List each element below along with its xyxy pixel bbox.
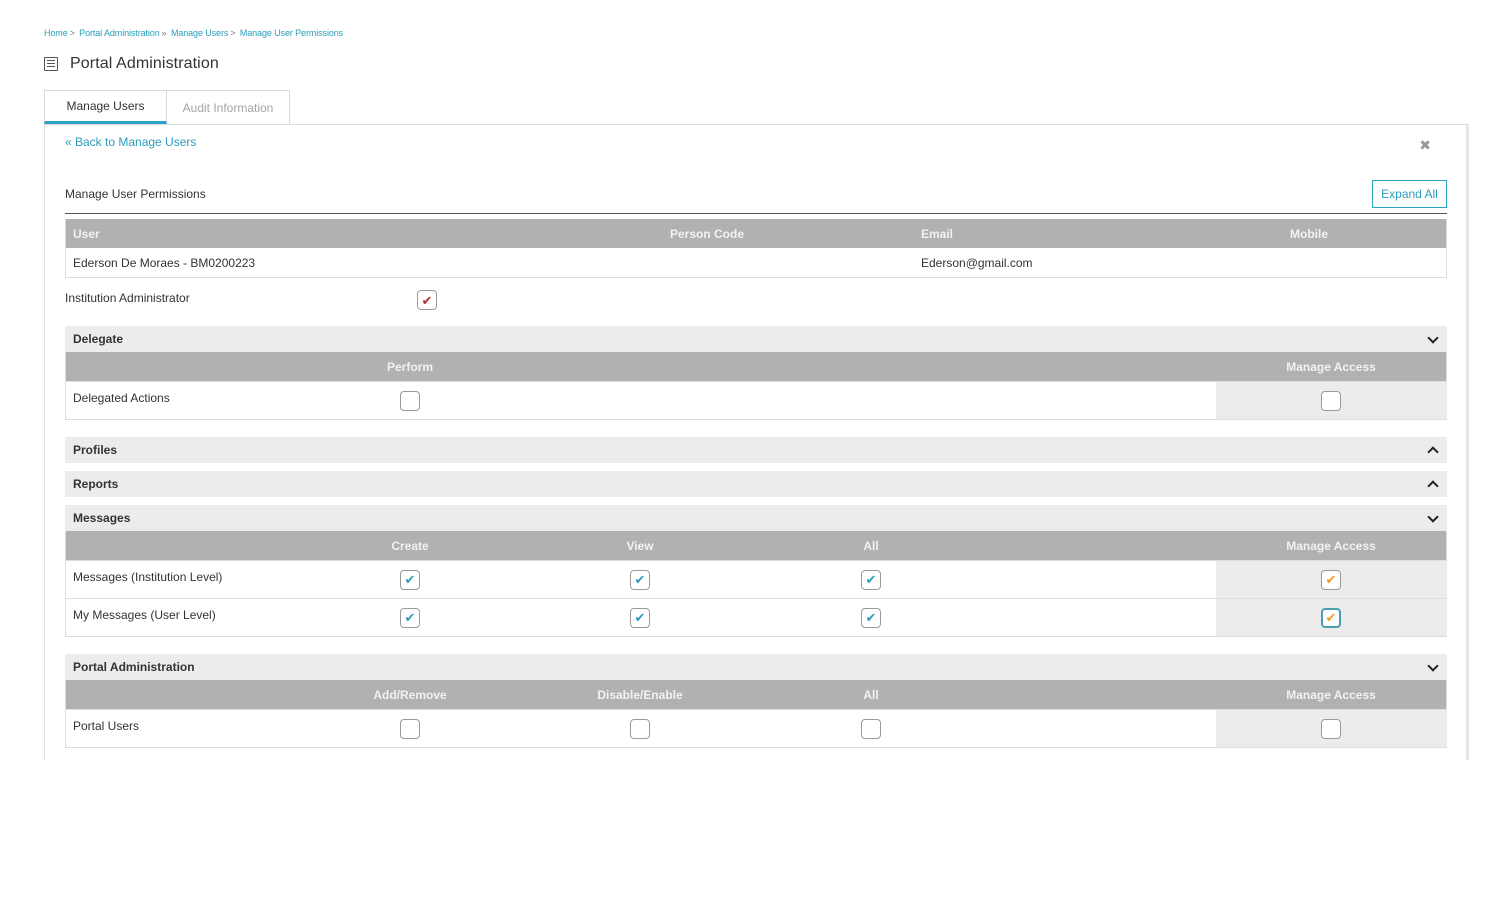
- column-header-label: Create: [391, 538, 429, 553]
- group-title: Messages: [73, 511, 131, 525]
- group-header-profiles[interactable]: Profiles: [65, 437, 1447, 463]
- institution-administrator-label: Institution Administrator: [65, 291, 190, 305]
- group-reports: Reports: [65, 471, 1447, 497]
- user-table: User Person Code Email Mobile Ederson De…: [65, 219, 1447, 278]
- group-header-portal-administration[interactable]: Portal Administration: [65, 654, 1447, 680]
- chevron-down-icon[interactable]: [1427, 513, 1437, 523]
- row-label: Delegated Actions: [73, 391, 170, 405]
- table-row: Ederson De Moraes - BM0200223 Ederson@gm…: [66, 248, 1446, 277]
- user-name-cell: Ederson De Moraes - BM0200223: [73, 255, 256, 270]
- group-profiles: Profiles: [65, 437, 1447, 463]
- group-portal-administration: Portal Administration Add/Remove Disable…: [65, 654, 1447, 748]
- breadcrumb: Home > Portal Administration» Manage User…: [44, 28, 343, 38]
- group-title: Portal Administration: [73, 660, 195, 674]
- back-to-manage-users-link[interactable]: « Back to Manage Users: [65, 135, 196, 149]
- delegated-actions-manage-access-checkbox[interactable]: [1321, 390, 1341, 411]
- messages-institution-create-checkbox[interactable]: ✔: [400, 569, 420, 590]
- list-document-icon: [44, 57, 58, 71]
- chevron-up-icon[interactable]: [1427, 479, 1437, 489]
- institution-administrator-checkbox[interactable]: ✔: [417, 290, 437, 310]
- table-row: Delegated Actions: [66, 381, 1447, 419]
- permissions-table: Create View All Manage Access Messages (…: [65, 531, 1447, 637]
- delegated-actions-perform-checkbox[interactable]: [400, 390, 420, 411]
- breadcrumb-manage-users[interactable]: Manage Users: [171, 28, 228, 38]
- permissions-panel: « Back to Manage Users ✖ Manage User Per…: [44, 124, 1469, 760]
- section-title: Manage User Permissions: [65, 187, 206, 201]
- column-header-label: All: [863, 538, 879, 553]
- column-header-label: Perform: [387, 359, 434, 374]
- my-messages-view-checkbox[interactable]: ✔: [630, 607, 650, 628]
- column-header-label: Manage Access: [1286, 687, 1376, 702]
- email-cell: Ederson@gmail.com: [921, 255, 1033, 270]
- tab-manage-users[interactable]: Manage Users: [44, 90, 167, 124]
- row-label: My Messages (User Level): [73, 608, 216, 622]
- page-header: Portal Administration: [44, 55, 219, 73]
- tab-bar: Manage Users Audit Information: [44, 90, 290, 124]
- messages-institution-manage-access-checkbox[interactable]: ✔: [1321, 569, 1341, 590]
- column-header-email: Email: [921, 226, 954, 241]
- column-header-person-code: Person Code: [670, 226, 745, 241]
- expand-all-button[interactable]: Expand All: [1372, 180, 1447, 208]
- group-title: Profiles: [73, 443, 118, 457]
- portal-users-disable-enable-checkbox[interactable]: [630, 718, 650, 739]
- breadcrumb-manage-user-permissions[interactable]: Manage User Permissions: [240, 28, 343, 38]
- close-icon[interactable]: ✖: [1419, 137, 1431, 154]
- table-row: Portal Users: [66, 709, 1447, 747]
- my-messages-create-checkbox[interactable]: ✔: [400, 607, 420, 628]
- tab-audit-information[interactable]: Audit Information: [167, 90, 290, 124]
- group-messages: Messages Create View All Manage Access M…: [65, 505, 1447, 637]
- permissions-table: Perform Manage Access Delegated Actions: [65, 352, 1447, 420]
- group-delegate: Delegate Perform Manage Access Delegated…: [65, 326, 1447, 420]
- permissions-table-header: Perform Manage Access: [66, 352, 1446, 381]
- portal-users-all-checkbox[interactable]: [861, 718, 881, 739]
- group-title: Delegate: [73, 332, 124, 346]
- portal-users-manage-access-checkbox[interactable]: [1321, 718, 1341, 739]
- column-header-user: User: [73, 226, 100, 241]
- breadcrumb-separator: >: [69, 28, 75, 38]
- column-header-label: View: [626, 538, 654, 553]
- page-title: Portal Administration: [70, 55, 219, 72]
- messages-institution-view-checkbox[interactable]: ✔: [630, 569, 650, 590]
- chevron-up-icon[interactable]: [1427, 445, 1437, 455]
- messages-institution-all-checkbox[interactable]: ✔: [861, 569, 881, 590]
- table-row: Messages (Institution Level) ✔ ✔ ✔ ✔: [66, 560, 1447, 598]
- chevron-down-icon[interactable]: [1427, 662, 1437, 672]
- my-messages-all-checkbox[interactable]: ✔: [861, 607, 881, 628]
- row-label: Portal Users: [73, 719, 140, 733]
- user-table-header: User Person Code Email Mobile: [66, 219, 1446, 248]
- breadcrumb-separator: >: [230, 28, 236, 38]
- permissions-table-header: Create View All Manage Access: [66, 531, 1446, 560]
- column-header-label: Manage Access: [1286, 538, 1376, 553]
- group-title: Reports: [73, 477, 119, 491]
- breadcrumb-portal-administration[interactable]: Portal Administration: [79, 28, 160, 38]
- chevron-down-icon[interactable]: [1427, 334, 1437, 344]
- column-header-label: Manage Access: [1286, 359, 1376, 374]
- row-label: Messages (Institution Level): [73, 570, 223, 584]
- table-row: My Messages (User Level) ✔ ✔ ✔ ✔: [66, 598, 1447, 636]
- column-header-label: All: [863, 687, 879, 702]
- breadcrumb-home[interactable]: Home: [44, 28, 68, 38]
- portal-users-add-remove-checkbox[interactable]: [400, 718, 420, 739]
- permissions-table: Add/Remove Disable/Enable All Manage Acc…: [65, 680, 1447, 748]
- permissions-table-header: Add/Remove Disable/Enable All Manage Acc…: [66, 680, 1446, 709]
- group-header-delegate[interactable]: Delegate: [65, 326, 1447, 352]
- group-header-reports[interactable]: Reports: [65, 471, 1447, 497]
- section-divider: [65, 213, 1447, 214]
- column-header-label: Disable/Enable: [597, 687, 683, 702]
- my-messages-manage-access-checkbox[interactable]: ✔: [1321, 607, 1341, 628]
- group-header-messages[interactable]: Messages: [65, 505, 1447, 531]
- column-header-mobile: Mobile: [1290, 226, 1328, 241]
- breadcrumb-separator: »: [161, 28, 167, 38]
- column-header-label: Add/Remove: [373, 687, 447, 702]
